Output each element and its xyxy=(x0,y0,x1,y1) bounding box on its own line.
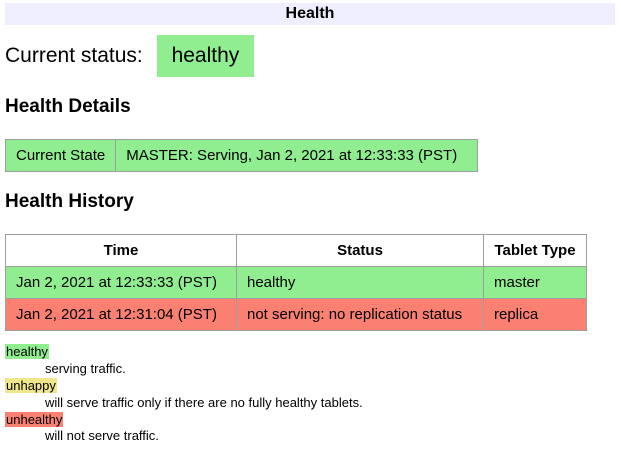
health-history-heading: Health History xyxy=(5,191,615,213)
legend-badge-unhealthy: unhealthy xyxy=(5,412,63,427)
history-type-cell: master xyxy=(484,267,587,299)
column-header-time: Time xyxy=(6,235,237,267)
legend-description: will not serve traffic. xyxy=(45,428,615,445)
column-header-tablet-type: Tablet Type xyxy=(484,235,587,267)
history-header-row: Time Status Tablet Type xyxy=(6,235,587,267)
history-row-unhealthy: Jan 2, 2021 at 12:31:04 (PST) not servin… xyxy=(6,299,587,331)
legend-description: serving traffic. xyxy=(45,361,615,378)
health-details-heading: Health Details xyxy=(5,96,615,118)
current-status-line: Current status: healthy xyxy=(5,33,615,77)
history-time-cell: Jan 2, 2021 at 12:31:04 (PST) xyxy=(6,299,237,331)
health-history-table: Time Status Tablet Type Jan 2, 2021 at 1… xyxy=(5,234,587,331)
current-state-label-cell: Current State xyxy=(6,140,116,172)
health-details-table: Current State MASTER: Serving, Jan 2, 20… xyxy=(5,139,478,172)
health-details-row: Current State MASTER: Serving, Jan 2, 20… xyxy=(6,140,478,172)
legend-term: unhappy xyxy=(5,378,615,395)
history-status-cell: healthy xyxy=(237,267,484,299)
current-state-value-cell: MASTER: Serving, Jan 2, 2021 at 12:33:33… xyxy=(116,140,478,172)
history-type-cell: replica xyxy=(484,299,587,331)
history-time-cell: Jan 2, 2021 at 12:33:33 (PST) xyxy=(6,267,237,299)
history-row-healthy: Jan 2, 2021 at 12:33:33 (PST) healthy ma… xyxy=(6,267,587,299)
health-page: Health Current status: healthy Health De… xyxy=(0,0,621,452)
legend-description: will serve traffic only if there are no … xyxy=(45,395,615,412)
legend-term: unhealthy xyxy=(5,412,615,429)
legend-badge-healthy: healthy xyxy=(5,344,49,359)
column-header-status: Status xyxy=(237,235,484,267)
current-status-badge: healthy xyxy=(157,35,255,77)
page-title: Health xyxy=(5,3,615,25)
current-status-label: Current status: xyxy=(5,44,143,67)
legend-term: healthy xyxy=(5,344,615,361)
status-legend: healthy serving traffic. unhappy will se… xyxy=(5,344,615,445)
legend-badge-unhappy: unhappy xyxy=(5,378,57,393)
history-status-cell: not serving: no replication status xyxy=(237,299,484,331)
